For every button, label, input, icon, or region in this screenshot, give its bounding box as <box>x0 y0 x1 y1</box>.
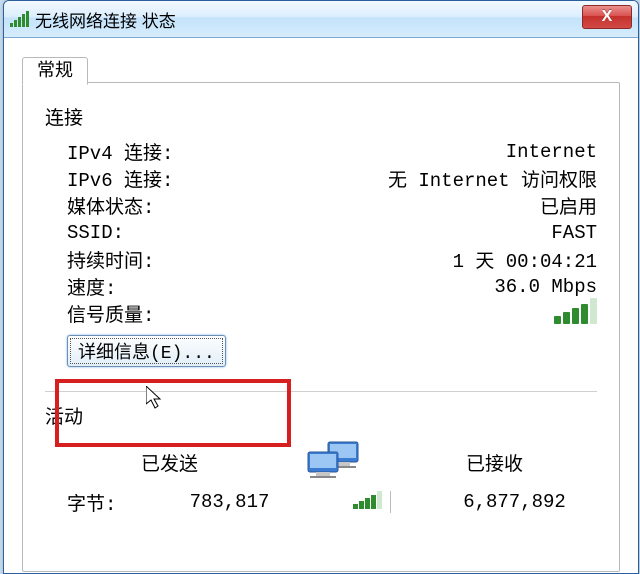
ipv6-label: IPv6 连接: <box>67 165 173 192</box>
bytes-label: 字节: <box>67 489 147 516</box>
ssid-value: FAST <box>551 222 597 244</box>
client-area: 常规 连接 IPv4 连接: Internet IPv6 连接: 无 Interne… <box>4 38 638 572</box>
connection-section-label: 连接 <box>45 103 597 130</box>
titlebar[interactable]: 无线网络连接 状态 X <box>4 1 638 38</box>
signal-strength-icon <box>554 298 597 324</box>
connection-grid: IPv4 连接: Internet IPv6 连接: 无 Internet 访问权限… <box>67 138 597 327</box>
received-label: 已接收 <box>392 449 597 476</box>
tab-panel: 常规 连接 IPv4 连接:Internet IPv6 连接:无 Interne… <box>22 82 620 572</box>
activity-icon <box>272 438 392 486</box>
ipv4-label: IPv4 连接: <box>67 138 173 165</box>
media-value: 已启用 <box>540 192 597 219</box>
tab-general[interactable]: 常规 <box>22 57 88 85</box>
status-window: 无线网络连接 状态 X 常规 连接 IPv4 连接: Internet IPv6 … <box>3 0 639 574</box>
details-button[interactable]: 详细信息(E)... <box>67 335 226 367</box>
speed-label: 速度: <box>67 273 116 300</box>
received-value: 6,877,892 <box>432 491 597 513</box>
window-title: 无线网络连接 状态 <box>35 7 176 32</box>
activity-section-label: 活动 <box>45 402 597 429</box>
activity-signal-icon <box>353 491 382 509</box>
sent-label: 已发送 <box>67 449 272 476</box>
ipv6-value: 无 Internet 访问权限 <box>388 165 597 192</box>
ipv4-value: Internet <box>506 141 597 163</box>
duration-value: 1 天 00:04:21 <box>453 246 597 273</box>
signal-bars <box>417 276 597 352</box>
wifi-signal-icon <box>10 11 29 27</box>
signal-label: 信号质量: <box>67 300 154 327</box>
ssid-label: SSID: <box>67 222 124 244</box>
close-icon: X <box>602 8 613 26</box>
duration-label: 持续时间: <box>67 246 154 273</box>
activity-grid: 已发送 <box>67 437 597 517</box>
media-label: 媒体状态: <box>67 192 154 219</box>
close-button[interactable]: X <box>582 5 632 29</box>
mid-separator <box>312 491 432 513</box>
sent-value: 783,817 <box>147 491 312 513</box>
separator <box>45 391 597 392</box>
